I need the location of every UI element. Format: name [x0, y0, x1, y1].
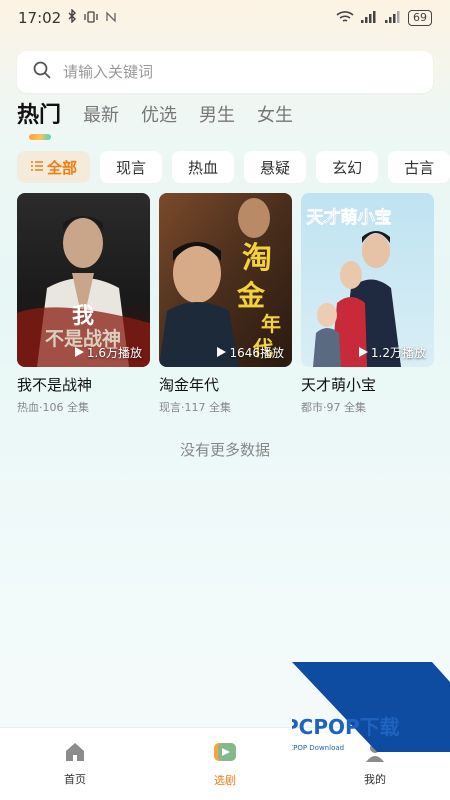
drama-card[interactable]: 天才萌小宝 1.2万播放 天才萌小宝 都市·97 全集: [301, 193, 434, 415]
drama-meta: 都市·97 全集: [301, 401, 366, 414]
chip-modern-romance[interactable]: 现言: [100, 151, 163, 183]
poster-image: 我 不是战神: [17, 193, 150, 367]
drama-poster[interactable]: 我 不是战神 1.6万播放: [17, 193, 150, 367]
tab-bar: 热门 最新 优选 男生 女生: [17, 102, 315, 130]
play-count-text: 1.2万播放: [370, 346, 426, 360]
bottom-nav: 首页 选剧 我的: [0, 727, 450, 800]
play-icon: [74, 346, 84, 360]
play-icon: [217, 346, 227, 360]
nav-home-label: 首页: [64, 772, 86, 786]
play-count: 1.2万播放: [358, 344, 426, 361]
play-count-text: 1.6万播放: [86, 346, 142, 360]
tab-hot[interactable]: 热门: [17, 102, 61, 130]
search-input[interactable]: [61, 62, 385, 82]
status-time: 17:02: [18, 9, 62, 27]
tab-male[interactable]: 男生: [199, 102, 235, 130]
search-icon: [33, 61, 61, 83]
play-count: 1.6万播放: [74, 344, 142, 361]
tab-female[interactable]: 女生: [257, 102, 293, 130]
nfc-icon: [105, 9, 117, 27]
nav-browse[interactable]: 选剧: [185, 741, 265, 788]
empty-hint: 没有更多数据: [179, 441, 270, 459]
nav-browse-label: 选剧: [214, 773, 236, 787]
drama-list: 我 不是战神 1.6万播放 我不是战神 热血·106 全集 淘 金 年 代 16…: [17, 193, 434, 415]
drama-card[interactable]: 淘 金 年 代 1646播放 淘金年代 现言·117 全集: [159, 193, 292, 415]
tab-featured[interactable]: 优选: [141, 102, 177, 130]
svg-text:金: 金: [236, 279, 266, 312]
battery-icon: 69: [408, 10, 432, 26]
drama-meta: 现言·117 全集: [159, 401, 231, 414]
signal-icon-1: [360, 10, 378, 27]
list-icon: [30, 158, 47, 176]
nav-home[interactable]: 首页: [35, 742, 115, 787]
svg-text:年: 年: [261, 312, 281, 336]
poster-image: 淘 金 年 代: [159, 193, 292, 367]
drama-card[interactable]: 我 不是战神 1.6万播放 我不是战神 热血·106 全集: [17, 193, 150, 415]
svg-text:淘: 淘: [242, 241, 272, 276]
svg-text:天才萌小宝: 天才萌小宝: [307, 207, 392, 228]
drama-poster[interactable]: 淘 金 年 代 1646播放: [159, 193, 292, 367]
vibrate-icon: [83, 9, 99, 27]
signal-icon-2: [384, 10, 402, 27]
poster-title-art: 我: [72, 303, 94, 329]
profile-icon: [364, 742, 386, 765]
drama-title[interactable]: 淘金年代: [159, 374, 292, 395]
home-icon: [64, 742, 86, 765]
drama-title[interactable]: 我不是战神: [17, 374, 150, 395]
chip-action[interactable]: 热血: [172, 151, 235, 183]
chip-ancient-romance[interactable]: 古言: [388, 151, 450, 183]
status-bar: 17:02 69: [0, 0, 450, 36]
drama-meta: 热血·106 全集: [17, 401, 89, 414]
play-icon: [358, 346, 368, 360]
active-tab-indicator: [29, 134, 51, 140]
drama-poster[interactable]: 天才萌小宝 1.2万播放: [301, 193, 434, 367]
tab-latest[interactable]: 最新: [83, 102, 119, 130]
search-bar[interactable]: [17, 51, 433, 93]
nav-mine-label: 我的: [364, 772, 386, 786]
video-icon: [213, 741, 237, 766]
bluetooth-icon: [67, 8, 77, 27]
drama-title[interactable]: 天才萌小宝: [301, 374, 434, 395]
chip-all[interactable]: 全部: [17, 151, 91, 183]
category-chips: 全部 现言 热血 悬疑 玄幻 古言: [17, 151, 450, 183]
play-count: 1646播放: [217, 344, 284, 361]
nav-mine[interactable]: 我的: [335, 742, 415, 787]
chip-fantasy[interactable]: 玄幻: [316, 151, 379, 183]
chip-suspense[interactable]: 悬疑: [244, 151, 307, 183]
chip-all-label: 全部: [47, 158, 78, 177]
wifi-icon: [336, 10, 354, 27]
play-count-text: 1646播放: [229, 346, 284, 360]
poster-image: 天才萌小宝: [301, 193, 434, 367]
